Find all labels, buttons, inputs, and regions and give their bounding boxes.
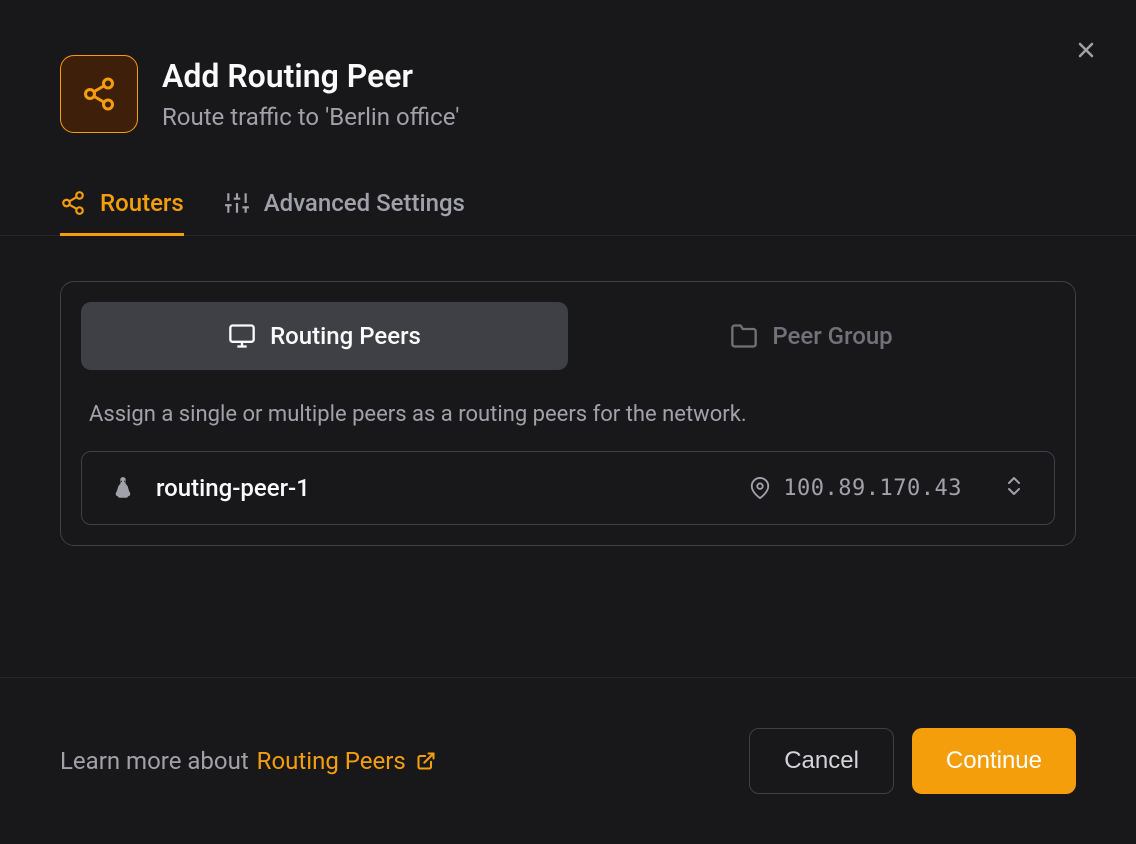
monitor-icon [228,322,256,350]
tabs-container: Routers Advanced Settings [0,173,1136,236]
header-icon-container [60,55,138,133]
learn-more-text: Learn more about Routing Peers [60,747,436,775]
toggle-group: Routing Peers Peer Group [81,302,1055,370]
tab-routers[interactable]: Routers [60,173,184,236]
modal-header: Add Routing Peer Route traffic to 'Berli… [0,0,1136,173]
footer-actions: Cancel Continue [749,728,1076,794]
location-icon [749,477,771,499]
learn-more-link[interactable]: Routing Peers [257,747,436,775]
settings-icon [224,190,250,216]
peer-meta: 100.89.170.43 [749,476,962,501]
selected-peer-name: routing-peer-1 [156,474,729,502]
chevron-selector [1002,474,1026,502]
toggle-routing-peers[interactable]: Routing Peers [81,302,568,370]
header-text: Add Routing Peer Route traffic to 'Berli… [162,57,459,131]
external-link-icon [416,751,436,771]
modal-subtitle: Route traffic to 'Berlin office' [162,103,459,131]
routing-panel: Routing Peers Peer Group Assign a single… [60,281,1076,546]
continue-button[interactable]: Continue [912,728,1076,794]
toggle-label: Peer Group [772,322,892,350]
linux-icon [110,475,136,501]
modal-title: Add Routing Peer [162,57,459,95]
close-button[interactable] [1071,35,1101,65]
tab-label: Advanced Settings [264,189,465,217]
peer-selector[interactable]: routing-peer-1 100.89.170.43 [81,451,1055,525]
close-icon [1074,38,1098,62]
learn-prefix: Learn more about [60,747,249,775]
panel-description: Assign a single or multiple peers as a r… [81,402,1055,427]
modal-footer: Learn more about Routing Peers Cancel Co… [0,677,1136,844]
chevrons-up-down-icon [1002,474,1026,498]
content-area: Routing Peers Peer Group Assign a single… [0,236,1136,677]
share-icon [60,190,86,216]
learn-link-label: Routing Peers [257,747,406,775]
toggle-label: Routing Peers [270,322,421,350]
modal-add-routing-peer: Add Routing Peer Route traffic to 'Berli… [0,0,1136,844]
selected-peer-ip: 100.89.170.43 [783,476,962,501]
tab-advanced-settings[interactable]: Advanced Settings [224,173,465,236]
toggle-peer-group[interactable]: Peer Group [568,302,1055,370]
tab-label: Routers [100,189,184,217]
share-icon [81,76,117,112]
cancel-button[interactable]: Cancel [749,728,894,794]
folder-icon [730,322,758,350]
